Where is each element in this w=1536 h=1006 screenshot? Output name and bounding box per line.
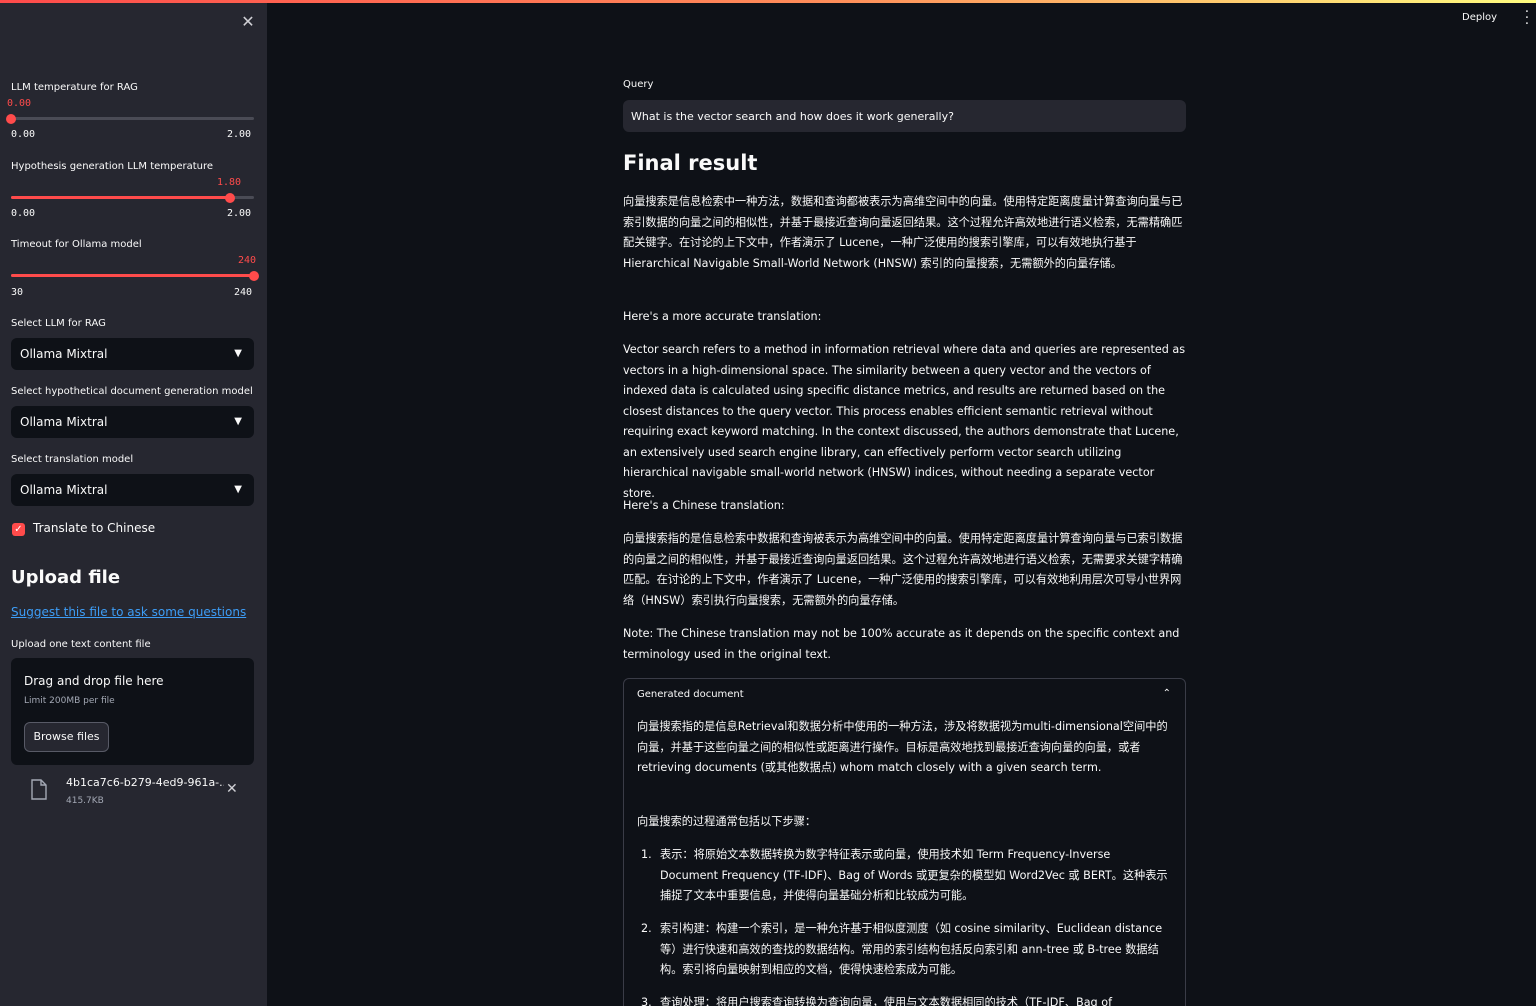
upload-label: Upload one text content file (11, 639, 151, 650)
translate-checkbox-label: Translate to Chinese (33, 521, 156, 535)
query-input[interactable] (623, 100, 1186, 132)
slider-timeout-track[interactable] (11, 270, 259, 281)
final-result-heading: Final result (623, 151, 758, 175)
slider-timeout-fill (11, 274, 254, 277)
select-rag-label: Select LLM for RAG (11, 318, 106, 329)
sidebar: ✕ LLM temperature for RAG 0.00 0.00 2.00… (0, 0, 267, 1006)
top-decoration-bar (0, 0, 1536, 3)
file-icon (31, 779, 47, 800)
list-item-text: 表示：将原始文本数据转换为数字特征表示或向量，使用技术如 Term Freque… (660, 848, 1168, 902)
select-rag-value: Ollama Mixtral (20, 347, 108, 361)
chevron-down-icon: ▼ (234, 416, 242, 427)
select-rag-dropdown[interactable]: Ollama Mixtral ▼ (11, 338, 254, 370)
slider-rag-thumb[interactable] (6, 113, 16, 124)
expander-intro: 向量搜索指的是信息Retrieval和数据分析中使用的一种方法，涉及将数据视为m… (637, 720, 1168, 774)
list-item-number: 2. (641, 922, 652, 935)
result-paragraph-5: 向量搜索指的是信息检索中数据和查询被表示为高维空间中的向量。使用特定距离度量计算… (623, 532, 1183, 607)
result-paragraph-4: Here's a Chinese translation: (623, 499, 785, 512)
slider-hyp-min: 0.00 (11, 208, 36, 219)
slider-rag-label: LLM temperature for RAG (11, 82, 138, 93)
remove-file-icon[interactable]: ✕ (226, 781, 238, 797)
upload-heading: Upload file (11, 567, 121, 588)
close-icon[interactable]: ✕ (239, 13, 257, 31)
select-trans-dropdown[interactable]: Ollama Mixtral ▼ (11, 474, 254, 506)
select-trans-value: Ollama Mixtral (20, 483, 108, 497)
slider-rag-value: 0.00 (7, 98, 32, 109)
slider-timeout-max: 240 (234, 287, 253, 298)
slider-rag-max: 2.00 (227, 129, 252, 140)
query-label: Query (623, 79, 654, 90)
result-paragraph-1: 向量搜索是信息检索中一种方法，数据和查询都被表示为高维空间中的向量。使用特定距离… (623, 195, 1183, 270)
slider-hyp-label: Hypothesis generation LLM temperature (11, 161, 214, 172)
uploaded-file-name: 4b1ca7c6-b279-4ed9-961a-... (66, 776, 224, 789)
select-hyp-dropdown[interactable]: Ollama Mixtral ▼ (11, 406, 254, 438)
slider-timeout-value: 240 (238, 255, 257, 266)
slider-timeout-label: Timeout for Ollama model (11, 239, 142, 250)
slider-hyp-fill (11, 196, 230, 199)
list-item-text: 索引构建：构建一个索引，是一种允许基于相似度测度（如 cosine simila… (660, 922, 1163, 976)
dropzone-limit: Limit 200MB per file (24, 696, 115, 706)
slider-timeout-min: 30 (11, 287, 24, 298)
translate-checkbox[interactable]: ✓ (12, 523, 25, 536)
slider-rag-min: 0.00 (11, 129, 36, 140)
slider-hyp-max: 2.00 (227, 208, 252, 219)
generated-document-expander: Generated document ⌃ 向量搜索指的是信息Retrieval和… (623, 678, 1186, 1006)
slider-hyp-thumb[interactable] (224, 192, 235, 203)
expander-steps-intro: 向量搜索的过程通常包括以下步骤： (637, 815, 817, 828)
slider-hyp-value: 1.80 (217, 177, 242, 188)
slider-hyp-track[interactable] (11, 192, 254, 203)
chevron-down-icon: ▼ (234, 484, 242, 495)
chevron-up-icon[interactable]: ⌃ (1163, 688, 1171, 699)
select-hyp-label: Select hypothetical document generation … (11, 386, 253, 397)
select-hyp-value: Ollama Mixtral (20, 415, 108, 429)
result-note: Note: The Chinese translation may not be… (623, 627, 1180, 661)
kebab-menu-icon[interactable]: · · · (1522, 6, 1532, 31)
expander-title[interactable]: Generated document (637, 689, 744, 700)
chevron-down-icon: ▼ (234, 348, 242, 359)
dropzone-title: Drag and drop file here (24, 674, 164, 688)
list-item-text: 查询处理：将用户搜索查询转换为查询向量，使用与文本数据相同的技术（TF-IDF、… (660, 996, 1113, 1006)
slider-timeout-thumb[interactable] (249, 270, 259, 281)
result-paragraph-3: Vector search refers to a method in info… (623, 343, 1186, 500)
browse-files-button[interactable]: Browse files (24, 722, 109, 752)
list-item-number: 3. (641, 996, 652, 1006)
result-paragraph-2: Here's a more accurate translation: (623, 310, 822, 323)
suggest-file-link[interactable]: Suggest this file to ask some questions (11, 605, 246, 619)
uploaded-file-size: 415.7KB (66, 796, 104, 806)
deploy-button[interactable]: Deploy (1462, 12, 1497, 23)
list-item-number: 1. (641, 848, 652, 861)
file-dropzone[interactable]: Drag and drop file here Limit 200MB per … (11, 658, 254, 765)
slider-rag-track[interactable] (6, 113, 254, 124)
select-trans-label: Select translation model (11, 454, 134, 465)
